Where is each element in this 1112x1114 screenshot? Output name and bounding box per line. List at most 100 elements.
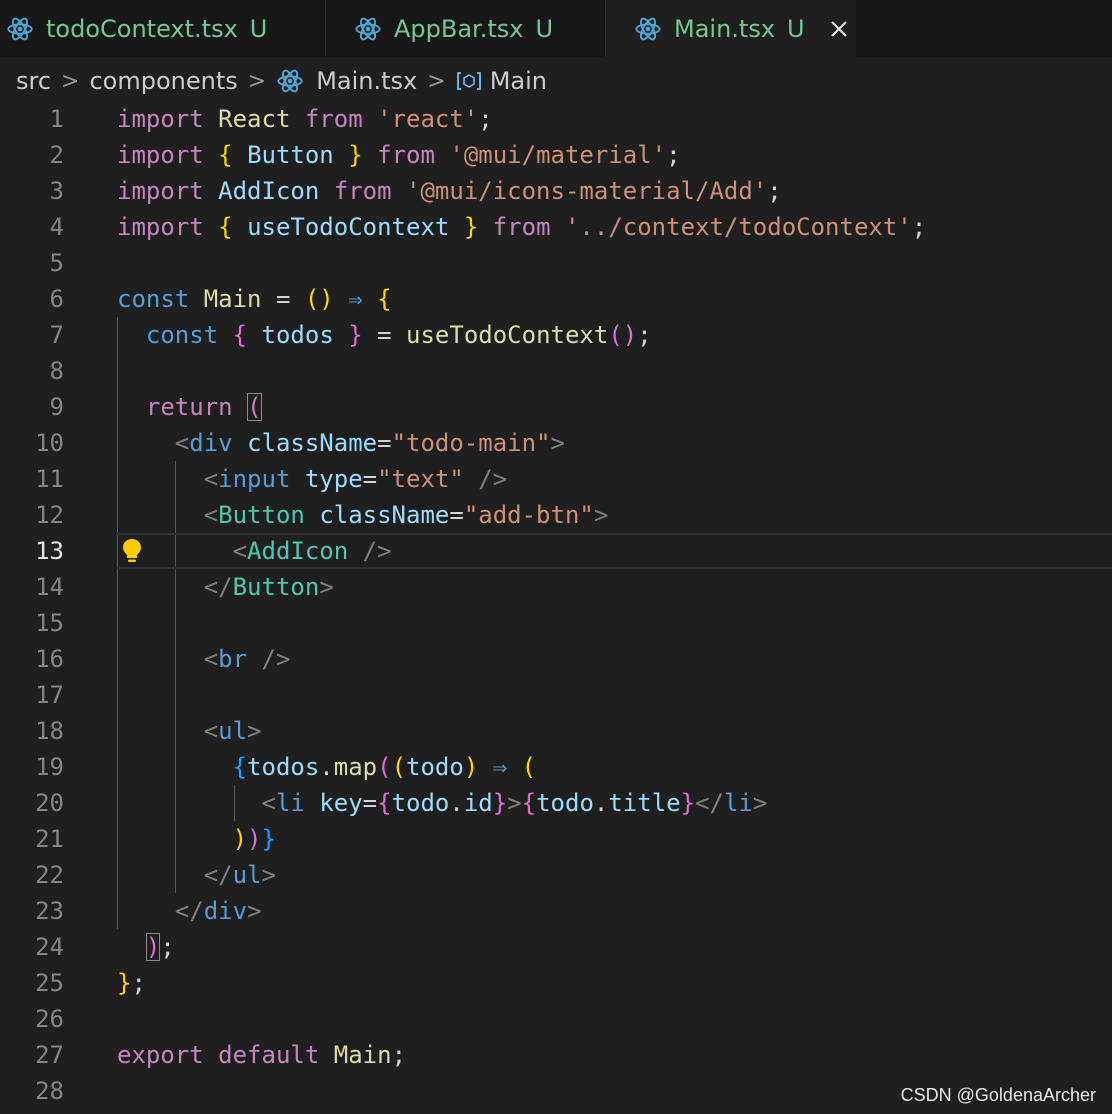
code-token: < [232,537,248,565]
code-text: import AddIcon from '@mui/icons-material… [117,173,782,209]
code-token: ; [767,177,782,205]
code-line[interactable]: 5 [0,245,1112,281]
breadcrumb-item-symbol[interactable]: Main [490,67,547,95]
code-line[interactable]: 7 const { todos } = useTodoContext(); [0,317,1112,353]
code-token: import [117,105,204,133]
react-icon [355,17,381,40]
line-number: 25 [35,969,64,997]
code-text: </ul> [117,857,276,893]
code-token: </ [695,789,724,817]
code-line[interactable]: 26 [0,1001,1112,1037]
code-line[interactable]: 12 <Button className="add-btn"> [0,497,1112,533]
code-token: div [203,897,248,925]
code-text: return ( [117,389,262,425]
code-token: li [275,789,305,817]
code-token: ) [145,933,161,961]
code-token: = [362,789,378,817]
code-token: } [463,213,479,241]
code-line[interactable]: 20 <li key={todo.id}>{todo.title}</li> [0,785,1112,821]
code-line[interactable]: 9 return ( [0,389,1112,425]
code-line[interactable]: 15 [0,605,1112,641]
code-token: todo [406,753,464,781]
code-line[interactable]: 25}; [0,965,1112,1001]
code-token: /> [362,537,392,565]
code-line[interactable]: 24 ); [0,929,1112,965]
code-editor[interactable]: 1 import React from 'react'; 2 import { But… [0,101,1112,1109]
tab-appbar[interactable]: AppBar.tsx U [326,0,606,57]
code-line[interactable]: 19 {todos.map((todo) ⇒ ( [0,749,1112,785]
code-line[interactable]: 10 <div className="todo-main"> [0,425,1112,461]
code-token: import [117,177,204,205]
code-token: input [218,465,291,493]
code-token: = [261,285,305,313]
code-line[interactable]: 23 </div> [0,893,1112,929]
code-line[interactable]: 22 </ul> [0,857,1112,893]
code-line[interactable]: 6 const Main = () ⇒ { [0,281,1112,317]
code-token: "add-btn" [463,501,594,529]
code-token: const [117,285,190,313]
code-token: Main [333,1041,392,1069]
lightbulb-icon[interactable] [120,537,144,565]
code-token: ; [160,933,175,961]
code-line[interactable]: 21 ))} [0,821,1112,857]
code-token: useTodoContext [247,213,450,241]
code-token: className [247,429,378,457]
tab-main[interactable]: Main.tsx U [606,0,856,57]
code-line[interactable]: 3 import AddIcon from '@mui/icons-materia… [0,173,1112,209]
breadcrumb-item-components[interactable]: components [89,67,237,95]
line-number: 1 [49,105,64,133]
tab-todocontext[interactable]: todoContext.tsx U [0,0,326,57]
code-line[interactable]: 1 import React from 'react'; [0,101,1112,137]
code-line[interactable]: 18 <ul> [0,713,1112,749]
code-line[interactable]: 8 [0,353,1112,389]
line-number: 11 [35,465,64,493]
line-number: 16 [35,645,64,673]
code-line[interactable]: 4 import { useTodoContext } from '../cont… [0,209,1112,245]
code-token: < [203,501,219,529]
line-number: 24 [35,933,64,961]
code-token: < [203,465,219,493]
line-number: 9 [49,393,64,421]
code-token: > [752,789,768,817]
line-number: 17 [35,681,64,709]
line-number: 2 [49,141,64,169]
breadcrumb-item-src[interactable]: src [16,67,51,95]
code-token: . [593,789,609,817]
code-token: ; [391,1041,407,1069]
code-line[interactable]: 14 </Button> [0,569,1112,605]
react-icon [277,69,303,93]
line-number: 27 [35,1041,64,1069]
close-icon[interactable] [829,19,849,39]
code-line[interactable]: 27 export default Main; [0,1037,1112,1073]
code-line[interactable]: 11 <input type="text" /> [0,461,1112,497]
code-token: useTodoContext [406,321,609,349]
code-text: <input type="text" /> [117,461,507,497]
untracked-badge: U [787,14,805,43]
code-line[interactable]: 13 <AddIcon /> [0,533,1112,569]
code-token: import [117,213,204,241]
code-token: > [319,573,334,601]
code-text: <div className="todo-main"> [117,425,565,461]
code-text: export default Main; [117,1037,406,1073]
breadcrumb-item-file[interactable]: Main.tsx [316,67,417,95]
code-line[interactable]: 16 <br /> [0,641,1112,677]
code-token: ; [131,969,146,997]
code-token: { [218,141,233,169]
code-line[interactable]: 17 [0,677,1112,713]
code-line[interactable]: 2 import { Button } from '@mui/material'; [0,137,1112,173]
code-token: ; [637,321,652,349]
code-text: }; [117,965,146,1001]
